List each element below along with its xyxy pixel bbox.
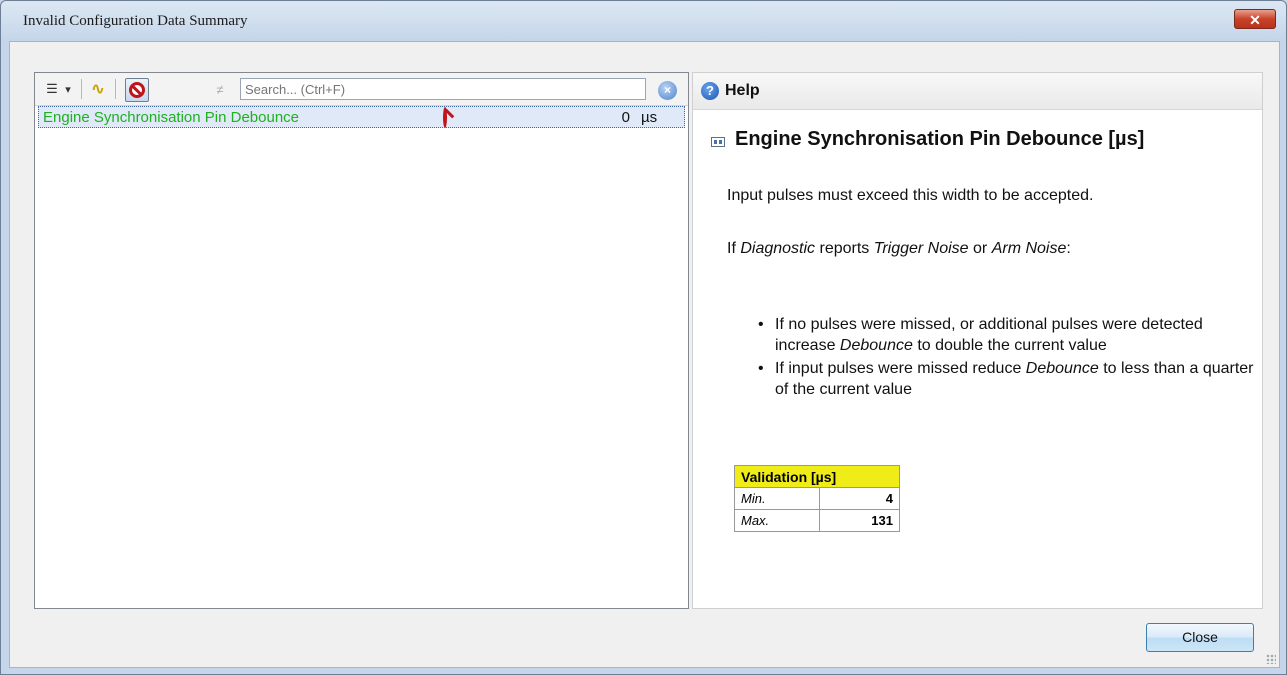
validation-header: Validation [µs]: [734, 465, 900, 488]
list-item[interactable]: Engine Synchronisation Pin Debounce 0 µs: [38, 106, 685, 128]
not-equal-filter-icon[interactable]: ≠: [211, 78, 229, 100]
help-panel: ? Help Engine Synchronisation Pin Deboun…: [692, 72, 1263, 609]
max-label: Max.: [734, 509, 820, 532]
window-close-button[interactable]: ✕: [1234, 9, 1276, 29]
list-view-icon[interactable]: ☰: [43, 78, 61, 100]
toolbar-separator: [115, 79, 116, 99]
min-value: 4: [819, 487, 900, 510]
invalid-status-icon: [443, 107, 447, 128]
list-toolbar: ☰ ▾ ∿ ≠ ×: [35, 73, 688, 106]
dialog-window: Invalid Configuration Data Summary ✕ ☰ ▾…: [0, 0, 1287, 675]
item-unit: µs: [641, 109, 658, 126]
help-header: ? Help: [693, 73, 1262, 110]
invalid-filter-button[interactable]: [125, 78, 149, 102]
invalid-items-panel: ☰ ▾ ∿ ≠ × Engine Synchronisation Pin Deb…: [34, 72, 689, 609]
table-row: Max. 131: [734, 509, 900, 532]
waveform-icon[interactable]: ∿: [88, 78, 108, 100]
help-paragraph: Input pulses must exceed this width to b…: [727, 187, 1094, 204]
max-value: 131: [819, 509, 900, 532]
invalid-icon: [129, 82, 145, 98]
help-icon: ?: [701, 82, 719, 100]
toolbar-separator: [81, 79, 82, 99]
search-input[interactable]: [240, 78, 646, 100]
view-dropdown-icon[interactable]: ▾: [61, 78, 75, 100]
help-header-title: Help: [725, 82, 760, 99]
resize-grip[interactable]: [1266, 654, 1276, 664]
item-name: Engine Synchronisation Pin Debounce: [43, 109, 300, 126]
min-label: Min.: [734, 487, 820, 510]
dialog-client-area: ☰ ▾ ∿ ≠ × Engine Synchronisation Pin Deb…: [9, 41, 1280, 668]
close-icon: ✕: [1249, 12, 1261, 28]
help-paragraph: If Diagnostic reports Trigger Noise or A…: [727, 240, 1071, 257]
help-bullet: If input pulses were missed reduce Debou…: [755, 358, 1255, 400]
validation-table: Validation [µs] Min. 4 Max. 131: [734, 465, 900, 532]
window-title: Invalid Configuration Data Summary: [23, 13, 248, 29]
clear-search-icon[interactable]: ×: [658, 81, 677, 100]
table-row: Min. 4: [734, 487, 900, 510]
help-bullet-list: If no pulses were missed, or additional …: [755, 314, 1255, 402]
parameter-icon: [711, 137, 725, 147]
help-bullet: If no pulses were missed, or additional …: [755, 314, 1255, 356]
close-button[interactable]: Close: [1146, 623, 1254, 652]
item-value[interactable]: 0: [594, 109, 630, 126]
parameter-title: Engine Synchronisation Pin Debounce [µs]: [735, 128, 1145, 150]
title-bar[interactable]: Invalid Configuration Data Summary ✕: [1, 1, 1286, 41]
